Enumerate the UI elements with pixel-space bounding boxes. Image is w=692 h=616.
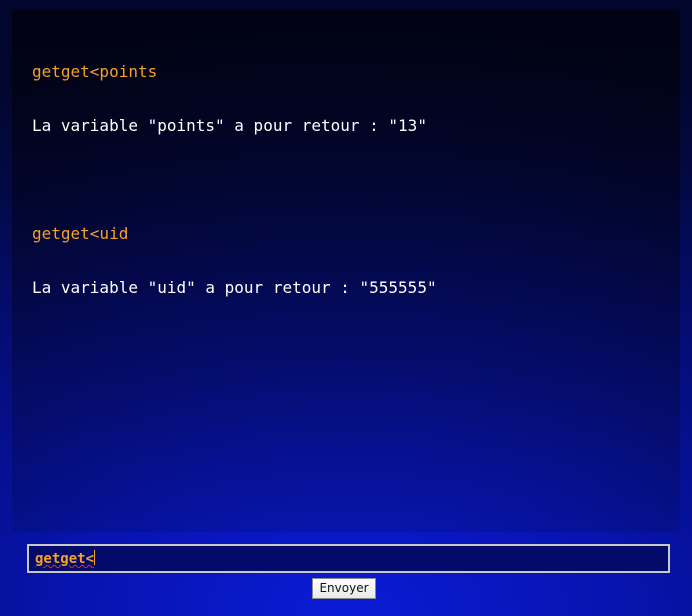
command-input-value: getget< [35,551,95,567]
response-line: La variable "points" a pour retour : "13… [32,116,427,135]
command-input[interactable]: getget< [27,544,670,573]
console-output: getget<points La variable "points" a pou… [12,10,680,532]
console-entry: getget<uid La variable "uid" a pour reto… [32,189,660,333]
send-button[interactable]: Envoyer [312,578,376,599]
command-line: getget<points [32,62,158,81]
text-caret [94,550,96,565]
console-entry: getget<points La variable "points" a pou… [32,27,660,171]
response-line: La variable "uid" a pour retour : "55555… [32,278,437,297]
command-line: getget<uid [32,224,129,243]
